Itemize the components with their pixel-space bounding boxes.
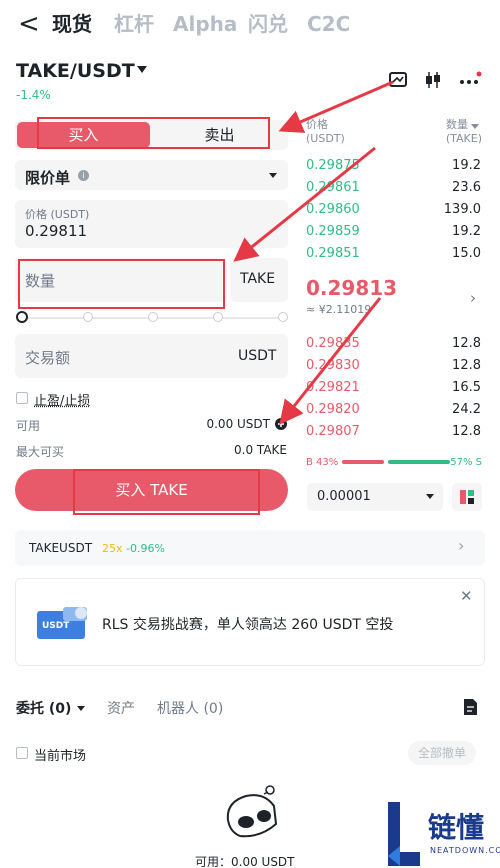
annotation-arrow (238, 148, 375, 258)
annotation-arrows (0, 0, 500, 868)
annotation-arrow (284, 82, 393, 129)
annotation-arrow (283, 298, 380, 420)
